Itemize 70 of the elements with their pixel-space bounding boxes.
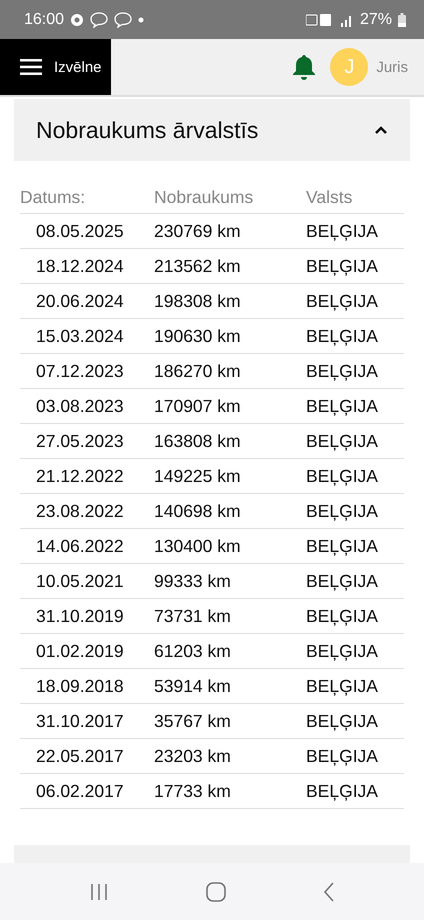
table-cell: 190630 km (154, 318, 306, 354)
table-cell: 06.02.2017 (20, 774, 154, 808)
battery-percent: 27% (360, 10, 392, 28)
table-cell: 08.05.2025 (20, 214, 154, 248)
menu-button[interactable]: Izvēlne (0, 39, 111, 95)
table-cell: BEĻĢIJA (306, 738, 404, 774)
table-cell: BEĻĢIJA (306, 494, 404, 528)
section-header[interactable]: Nobraukums ārvalstīs (14, 99, 410, 161)
table-cell: BEĻĢIJA (306, 458, 404, 494)
table-cell: 23.08.2022 (20, 494, 154, 528)
table-cell: BEĻĢIJA (306, 774, 404, 808)
table-cell: BEĻĢIJA (306, 668, 404, 704)
table-cell: 23203 km (154, 738, 306, 774)
table-cell: 213562 km (154, 248, 306, 284)
column-header: Datums: (20, 181, 154, 214)
table-cell: 22.05.2017 (20, 738, 154, 774)
table-cell: 27.05.2023 (20, 424, 154, 458)
table-cell: BEĻĢIJA (306, 318, 404, 354)
table-cell: 01.02.2019 (20, 634, 154, 668)
user-name: Juris (376, 58, 408, 76)
recent-apps-icon[interactable] (88, 882, 109, 900)
table-cell: BEĻĢIJA (306, 284, 404, 318)
table-cell: BEĻĢIJA (306, 424, 404, 458)
back-icon[interactable] (323, 882, 336, 902)
table-cell: 163808 km (154, 424, 306, 458)
table-cell: BEĻĢIJA (306, 704, 404, 738)
table-cell: BEĻĢIJA (306, 598, 404, 634)
table-cell: 31.10.2019 (20, 598, 154, 634)
section-title: Nobraukums ārvalstīs (36, 116, 260, 144)
table-cell: 186270 km (154, 354, 306, 388)
table-cell: 17733 km (154, 774, 306, 808)
table-cell: BEĻĢIJA (306, 248, 404, 284)
table-cell: 31.10.2017 (20, 704, 154, 738)
table-cell: 149225 km (154, 458, 306, 494)
chevron-icon[interactable] (374, 125, 388, 135)
table-cell: 230769 km (154, 214, 306, 248)
table-cell: BEĻĢIJA (306, 528, 404, 564)
table-cell: 18.12.2024 (20, 248, 154, 284)
dot-icon (138, 16, 144, 22)
table-cell: 53914 km (154, 668, 306, 704)
menu-icon (20, 59, 42, 75)
chat-icon (114, 12, 132, 28)
table-cell: 61203 km (154, 634, 306, 668)
home-icon[interactable] (206, 882, 226, 902)
chat-icon (90, 12, 108, 28)
table-cell: 198308 km (154, 284, 306, 318)
table-cell: 18.09.2018 (20, 668, 154, 704)
table-cell: BEĻĢIJA (306, 354, 404, 388)
table-cell: BEĻĢIJA (306, 214, 404, 248)
bell-icon[interactable] (292, 54, 316, 80)
table-cell: 20.06.2024 (20, 284, 154, 318)
table-cell: BEĻĢIJA (306, 564, 404, 598)
column-header: Nobraukums (154, 181, 306, 214)
table-cell: 140698 km (154, 494, 306, 528)
table-cell: BEĻĢIJA (306, 634, 404, 668)
table-cell: 35767 km (154, 704, 306, 738)
table-cell: 03.08.2023 (20, 388, 154, 424)
table-cell: 130400 km (154, 528, 306, 564)
table-cell: 10.05.2021 (20, 564, 154, 598)
table-cell: 14.06.2022 (20, 528, 154, 564)
table-cell: 21.12.2022 (20, 458, 154, 494)
table-cell: 07.12.2023 (20, 354, 154, 388)
table-cell: 170907 km (154, 388, 306, 424)
column-header: Valsts (306, 181, 404, 214)
clock-time: 16:00 (24, 10, 64, 28)
table-cell: 15.03.2024 (20, 318, 154, 354)
battery-icon (398, 12, 406, 26)
table-cell: BEĻĢIJA (306, 388, 404, 424)
table-cell: 73731 km (154, 598, 306, 634)
table-cell: 99333 km (154, 564, 306, 598)
